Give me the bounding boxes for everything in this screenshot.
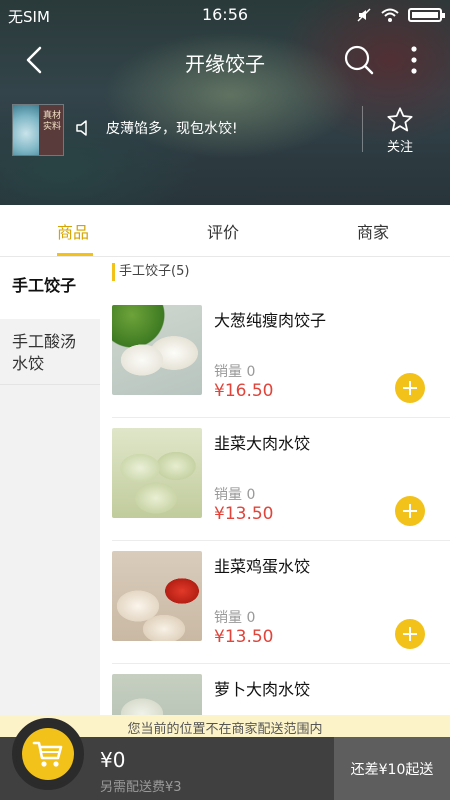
cart-icon <box>32 741 63 767</box>
tab-indicator <box>57 253 93 256</box>
delivery-fee: 另需配送费¥3 <box>100 780 182 795</box>
product-name: 韭菜鸡蛋水饺 <box>214 557 311 576</box>
list-item[interactable]: 韭菜鸡蛋水饺 销量 0 ¥13.50 <box>100 551 450 674</box>
section-title: 手工饺子(5) <box>112 263 189 281</box>
tab-products[interactable]: 商品 <box>57 219 89 243</box>
nav-bar: 开缘饺子 <box>0 32 450 88</box>
list-item[interactable]: 韭菜大肉水饺 销量 0 ¥13.50 <box>100 428 450 551</box>
cart-total: ¥0 <box>100 748 126 772</box>
star-icon <box>387 107 413 132</box>
wifi-icon <box>381 8 399 22</box>
product-image[interactable] <box>112 551 202 641</box>
divider <box>112 540 450 541</box>
category-label: 手工酸汤水饺 <box>12 332 77 373</box>
divider <box>362 106 363 152</box>
follow-button[interactable]: 关注 <box>372 102 428 160</box>
speaker-icon <box>76 120 87 136</box>
mute-icon <box>357 8 371 22</box>
product-sales: 销量 0 <box>214 610 256 626</box>
tab-merchant[interactable]: 商家 <box>357 219 389 243</box>
battery-icon <box>408 8 445 22</box>
product-price: ¥13.50 <box>214 627 274 647</box>
status-icons <box>356 7 445 23</box>
product-name: 韭菜大肉水饺 <box>214 434 311 453</box>
checkout-button[interactable]: 还差¥10起送 <box>334 737 450 800</box>
logo-dumpling-image <box>13 105 39 155</box>
page-title: 开缘饺子 <box>185 52 265 76</box>
add-to-cart-button[interactable] <box>395 373 425 403</box>
checkout-label: 还差¥10起送 <box>350 762 434 778</box>
product-name: 大葱纯瘦肉饺子 <box>214 311 327 330</box>
category-label: 手工饺子 <box>12 276 77 295</box>
shop-logo[interactable]: 真材实料 <box>12 104 64 156</box>
search-icon[interactable] <box>343 44 375 76</box>
category-item-handmade-dumplings[interactable]: 手工饺子 <box>0 257 100 319</box>
tab-reviews[interactable]: 评价 <box>207 219 239 243</box>
follow-label: 关注 <box>386 140 413 155</box>
product-name: 萝卜大肉水饺 <box>214 680 311 699</box>
product-image[interactable] <box>112 305 202 395</box>
product-sales: 销量 0 <box>214 364 256 380</box>
shop-notice: 皮薄馅多，现包水饺! <box>106 121 238 137</box>
more-icon[interactable] <box>404 44 424 76</box>
list-item[interactable]: 大葱纯瘦肉饺子 销量 0 ¥16.50 <box>100 305 450 428</box>
product-sales: 销量 0 <box>214 487 256 503</box>
category-item-sour-soup-dumplings[interactable]: 手工酸汤水饺 <box>0 319 100 385</box>
product-price: ¥16.50 <box>214 381 274 401</box>
add-to-cart-button[interactable] <box>395 619 425 649</box>
logo-text: 真材实料 <box>39 105 63 155</box>
product-image[interactable] <box>112 428 202 518</box>
tab-bar: 商品 评价 商家 <box>0 205 450 257</box>
status-bar: 无SIM 16:56 <box>0 0 450 30</box>
shop-header: 无SIM 16:56 开缘饺子 真材实料 皮薄馅多，现包水饺! 关注 <box>0 0 450 205</box>
divider <box>112 663 450 664</box>
divider <box>112 417 450 418</box>
product-list[interactable]: 手工饺子(5) 大葱纯瘦肉饺子 销量 0 ¥16.50 韭菜大肉水饺 销量 0 … <box>100 257 450 737</box>
shop-info: 真材实料 皮薄馅多，现包水饺! 关注 <box>0 100 450 162</box>
add-to-cart-button[interactable] <box>395 496 425 526</box>
cart-button[interactable] <box>12 718 84 790</box>
cart-icon-bg <box>22 728 74 780</box>
product-price: ¥13.50 <box>214 504 274 524</box>
category-sidebar: 手工饺子 手工酸汤水饺 <box>0 257 100 737</box>
